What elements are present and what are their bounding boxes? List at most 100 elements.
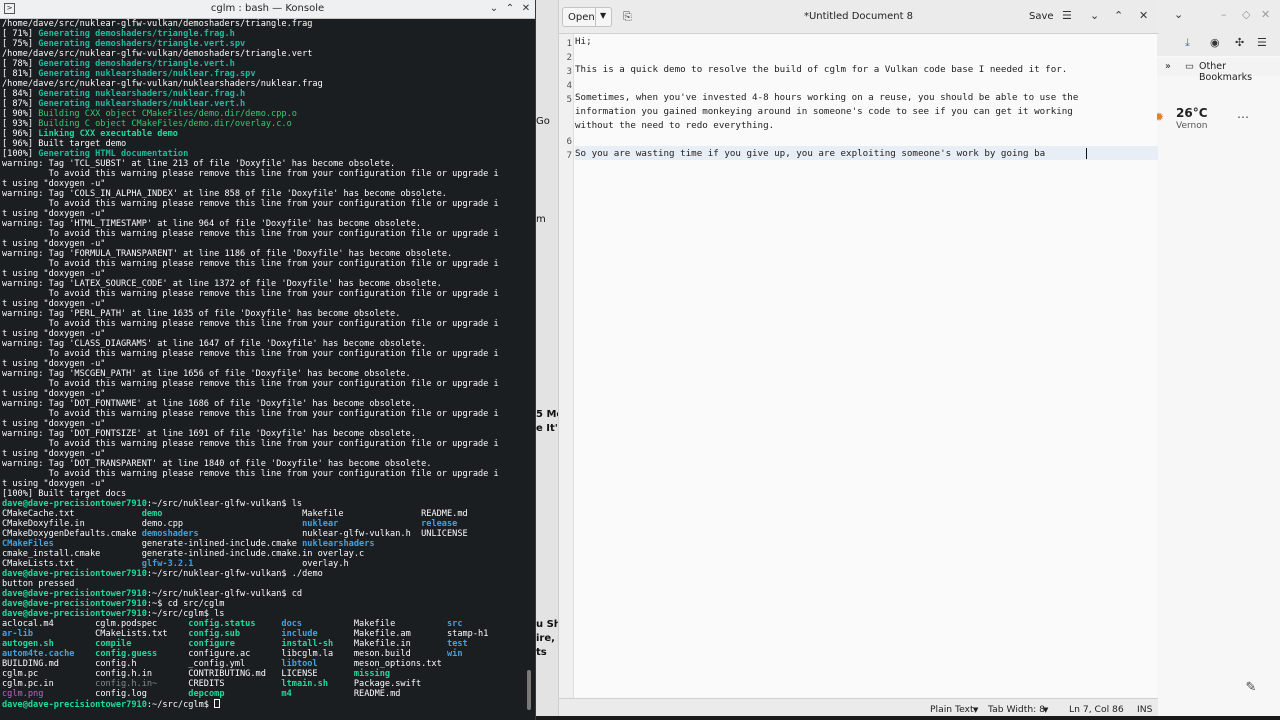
terminal-text: warning: Tag 'PERL_PATH' at line 1635 of…: [2, 309, 401, 319]
chevron-right-icon[interactable]: »: [1165, 61, 1171, 72]
bookmarks-bar: » ▭ Other Bookmarks: [1157, 58, 1280, 83]
terminal-line: To avoid this warning please remove this…: [2, 439, 524, 449]
terminal-line: dave@dave-precisiontower7910:~$ cd src/c…: [2, 599, 524, 609]
terminal-text: ltmain.sh: [281, 679, 328, 689]
terminal-text: Generating HTML documentation: [38, 149, 189, 159]
terminal-line: To avoid this warning please remove this…: [2, 409, 524, 419]
editor-headerbar[interactable]: Open ▼ ⎘ *Untitled Document 8 Save ☰ ⌄ ⌃…: [559, 0, 1158, 34]
terminal-text: warning: Tag 'DOT_TRANSPARENT' at line 1…: [2, 459, 432, 469]
extensions-icon[interactable]: ✣: [1235, 36, 1244, 49]
konsole-window[interactable]: > cglm : bash — Konsole ⌄ ⌃ ✕ /home/dave…: [0, 0, 536, 720]
terminal-text: Generating nuklearshaders/nuklear.vert.h: [38, 99, 246, 109]
terminal-text: Generating demoshaders/triangle.frag.h: [38, 29, 235, 39]
terminal-line: CMakeDoxygenDefaults.cmake demoshaders n…: [2, 529, 524, 539]
hamburger-menu-icon[interactable]: ☰: [1062, 9, 1072, 22]
editor-line[interactable]: Sometimes, when you've invested 4-8 hour…: [575, 92, 1078, 103]
terminal-line: To avoid this warning please remove this…: [2, 469, 524, 479]
save-button[interactable]: Save: [1029, 11, 1054, 22]
terminal-text: :~/src/nuklear-glfw-vulkan$ ls: [146, 499, 303, 509]
terminal-line: autogen.sh compile configure install-sh …: [2, 639, 524, 649]
konsole-titlebar[interactable]: > cglm : bash — Konsole ⌄ ⌃ ✕: [0, 0, 535, 19]
terminal-text: install-sh: [281, 639, 334, 649]
text-area[interactable]: Hi; This is a quick demo to resolve the b…: [575, 34, 1158, 698]
line-number: 3: [566, 66, 572, 77]
terminal-line: button pressed: [2, 579, 524, 589]
terminal-text: BUILDING.md config.h _config.yml: [2, 659, 282, 669]
terminal-text: libtool: [281, 659, 318, 669]
terminal-text: test: [447, 639, 468, 649]
more-icon[interactable]: ⋯: [1237, 110, 1249, 124]
maximize-icon[interactable]: ⌃: [502, 1, 518, 17]
background-text-fragment: Go: [536, 116, 550, 127]
editor-line[interactable]: Hi;: [575, 36, 592, 47]
close-icon[interactable]: ✕: [1261, 8, 1270, 21]
terminal-text: cglm.pc config.h.in CONTRIBUTING.md LICE…: [2, 669, 354, 679]
chevron-down-icon[interactable]: ⌄: [1174, 8, 1183, 21]
terminal-output[interactable]: /home/dave/src/nuklear-glfw-vulkan/demos…: [2, 19, 524, 717]
terminal-text: [ 87%]: [2, 99, 39, 109]
minimize-icon[interactable]: –: [1221, 8, 1227, 21]
other-bookmarks-link[interactable]: Other Bookmarks: [1199, 61, 1280, 83]
syntax-selector[interactable]: Plain Text: [930, 704, 974, 715]
terminal-line: [100%] Built target docs: [2, 489, 524, 499]
line-number: 6: [566, 136, 572, 147]
terminal-line: warning: Tag 'DOT_FONTSIZE' at line 1691…: [2, 429, 524, 439]
terminal-text: To avoid this warning please remove this…: [2, 409, 499, 419]
terminal-text: [ 90%]: [2, 109, 39, 119]
terminal-text: dave@dave-precisiontower7910: [2, 609, 147, 619]
chevron-down-icon[interactable]: ▼: [1043, 706, 1048, 714]
terminal-text: warning: Tag 'LATEX_SOURCE_CODE' at line…: [2, 279, 442, 289]
menu-icon[interactable]: ☰: [1257, 36, 1267, 49]
restore-icon[interactable]: ◇: [1242, 8, 1250, 21]
terminal-text: dave@dave-precisiontower7910: [2, 589, 147, 599]
terminal-line: [ 93%] Building C object CMakeFiles/demo…: [2, 119, 524, 129]
terminal-text: :~/src/nuklear-glfw-vulkan$ ./demo: [146, 569, 323, 579]
terminal-line: warning: Tag 'DOT_TRANSPARENT' at line 1…: [2, 459, 524, 469]
download-icon[interactable]: ⤓: [1185, 36, 1190, 50]
terminal-text: win: [446, 649, 463, 659]
account-icon[interactable]: ◉: [1210, 36, 1220, 49]
editor-line[interactable]: without the need to redo everything.: [575, 120, 774, 131]
editor-line[interactable]: This is a quick demo to resolve the buil…: [575, 64, 1067, 75]
terminal-line: CMakeLists.txt glfw-3.2.1 overlay.h: [2, 559, 524, 569]
tab-width-selector[interactable]: Tab Width: 8: [988, 704, 1045, 715]
terminal-text: meson_options.txt: [317, 659, 442, 669]
terminal-text: t using "doxygen -u": [2, 419, 106, 429]
edit-icon[interactable]: ✎: [1241, 680, 1261, 700]
terminal-line: To avoid this warning please remove this…: [2, 229, 524, 239]
line-number: 5: [566, 94, 572, 105]
terminal-line: [ 81%] Generating nuklearshaders/nuklear…: [2, 69, 524, 79]
terminal-text: [ 93%]: [2, 119, 39, 129]
terminal-line: autom4te.cache config.guess configure.ac…: [2, 649, 524, 659]
terminal-text: dave@dave-precisiontower7910: [2, 700, 147, 710]
terminal-line: To avoid this warning please remove this…: [2, 289, 524, 299]
close-icon[interactable]: ✕: [518, 1, 534, 17]
text-editor-window[interactable]: Open ▼ ⎘ *Untitled Document 8 Save ☰ ⌄ ⌃…: [558, 0, 1158, 720]
terminal-text: To avoid this warning please remove this…: [2, 259, 499, 269]
terminal-line: /home/dave/src/nuklear-glfw-vulkan/demos…: [2, 49, 524, 59]
terminal-text: To avoid this warning please remove this…: [2, 349, 499, 359]
terminal-text: Building CXX object CMakeFiles/demo.dir/…: [38, 109, 297, 119]
editor-line[interactable]: So you are wasting time if you give up, …: [575, 148, 1045, 159]
terminal-text: CMakeLists.txt: [2, 559, 142, 569]
terminal-line: t using "doxygen -u": [2, 329, 524, 339]
terminal-scrollbar[interactable]: [527, 670, 531, 710]
terminal-text: cglm.png: [2, 689, 44, 699]
terminal-line: [100%] Generating HTML documentation: [2, 149, 524, 159]
minimize-icon[interactable]: ⌄: [1090, 9, 1099, 22]
close-icon[interactable]: ✕: [1139, 9, 1148, 22]
terminal-line: [ 75%] Generating demoshaders/triangle.v…: [2, 39, 524, 49]
minimize-icon[interactable]: ⌄: [486, 1, 502, 17]
cursor-position[interactable]: Ln 7, Col 86: [1069, 704, 1124, 715]
terminal-text: Makefile.in: [333, 639, 448, 649]
editor-line[interactable]: information you gained monkeying around …: [575, 106, 1073, 117]
terminal-text: [ 84%]: [2, 89, 39, 99]
maximize-icon[interactable]: ⌃: [1114, 9, 1123, 22]
terminal-text: t using "doxygen -u": [2, 239, 106, 249]
terminal-text: button pressed: [2, 579, 75, 589]
terminal-text: [ 81%]: [2, 69, 39, 79]
chevron-down-icon[interactable]: ▼: [973, 706, 978, 714]
